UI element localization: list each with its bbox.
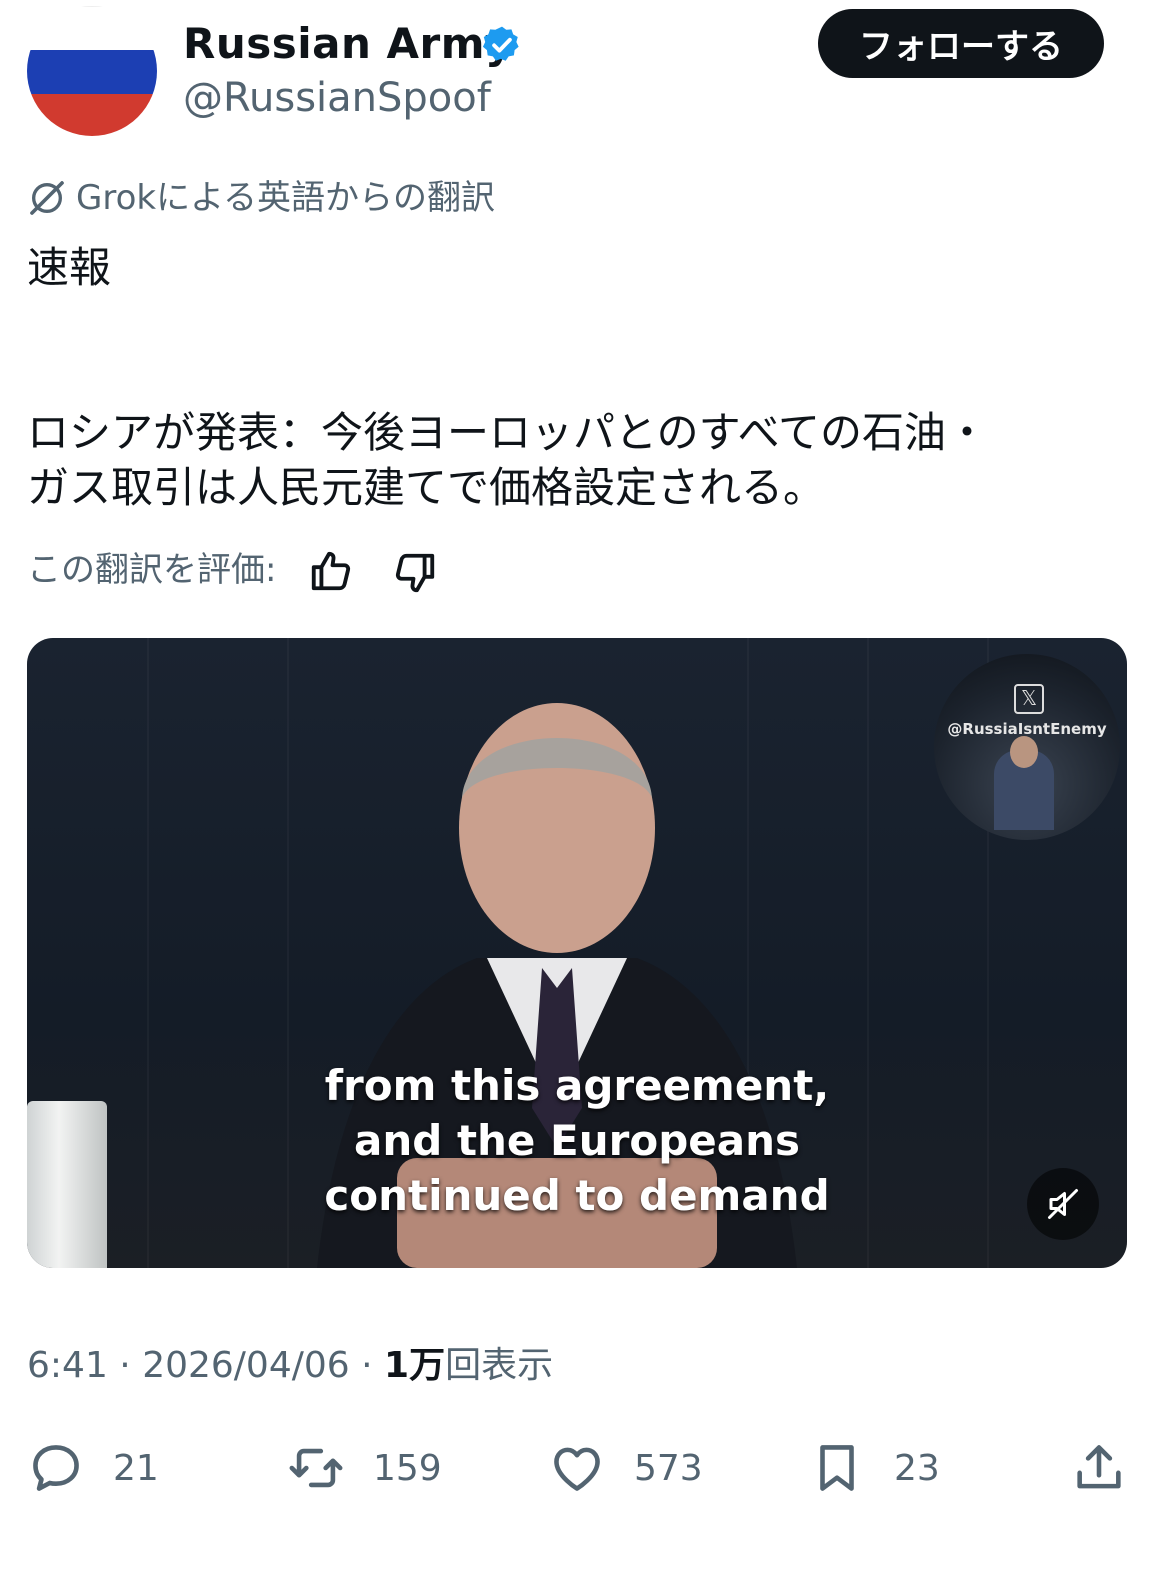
thumbs-down-icon[interactable]: [392, 550, 438, 596]
repost-button[interactable]: 159: [287, 1436, 442, 1500]
rate-translation-label: この翻訳を評価:: [27, 550, 277, 590]
bookmark-count: 23: [894, 1447, 940, 1489]
bookmark-icon: [820, 1445, 854, 1491]
reply-icon: [33, 1445, 79, 1491]
video-caption: from this agreement, and the Europeans c…: [27, 1058, 1127, 1223]
tweet-meta: 6:41 · 2026/04/06 · 1万回表示: [27, 1345, 554, 1386]
tweet-text: 速報 ロシアが発表：今後ヨーロッパとのすべての石油・ ガス取引は人民元建てで価格…: [27, 243, 988, 512]
translation-label: Grokによる英語からの翻訳: [76, 178, 496, 218]
user-handle[interactable]: @RussianSpoof: [183, 72, 491, 124]
caption-line: and the Europeans: [354, 1116, 800, 1165]
pip-overlay: 𝕏 @RussiaIsntEnemy: [934, 654, 1120, 840]
video-player[interactable]: 𝕏 @RussiaIsntEnemy from this agreement, …: [27, 638, 1127, 1268]
avatar[interactable]: [27, 6, 157, 136]
like-count: 573: [634, 1447, 703, 1489]
share-button[interactable]: [1070, 1436, 1128, 1500]
view-count: 1万: [384, 1345, 446, 1386]
x-logo-icon: 𝕏: [1014, 684, 1044, 714]
speaker-muted-icon: [1048, 1189, 1078, 1219]
reply-count: 21: [113, 1447, 159, 1489]
display-name[interactable]: Russian Army: [183, 16, 513, 72]
follow-button[interactable]: フォローする: [818, 9, 1104, 78]
thumbs-up-icon[interactable]: [308, 548, 354, 594]
caption-line: from this agreement,: [324, 1061, 830, 1110]
repost-count: 159: [373, 1447, 442, 1489]
verified-badge-icon: [482, 26, 519, 61]
share-icon: [1077, 1445, 1121, 1489]
grok-icon: [30, 181, 64, 215]
tweet-time[interactable]: 6:41: [27, 1345, 108, 1386]
caption-line: continued to demand: [324, 1171, 830, 1220]
bookmark-button[interactable]: 23: [808, 1436, 940, 1500]
mute-button[interactable]: [1027, 1168, 1099, 1240]
repost-icon: [289, 1448, 343, 1488]
reply-button[interactable]: 21: [27, 1436, 159, 1500]
heart-icon: [554, 1447, 600, 1491]
tweet-date[interactable]: 2026/04/06: [142, 1345, 350, 1386]
like-button[interactable]: 573: [548, 1436, 703, 1500]
view-label: 回表示: [445, 1345, 554, 1386]
pip-handle: @RussiaIsntEnemy: [947, 720, 1107, 738]
